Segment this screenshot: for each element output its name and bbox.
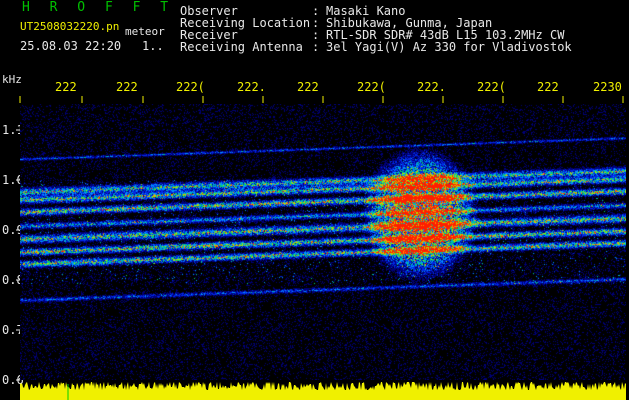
time-tick: 222. bbox=[237, 80, 266, 94]
spectrogram-display bbox=[20, 104, 626, 380]
datetime-label: 25.08.03 22:20 bbox=[20, 39, 122, 53]
time-tick: 222 bbox=[537, 80, 566, 94]
time-tick: 222( bbox=[176, 80, 205, 94]
time-tick: 222 bbox=[297, 80, 326, 94]
time-tick: 2230 bbox=[593, 80, 622, 94]
signal-level-strip bbox=[20, 382, 626, 400]
filename-label: UT2508032220.pn bbox=[20, 20, 120, 33]
meteor-label: meteor bbox=[125, 25, 165, 38]
y-unit-label: kHz bbox=[2, 73, 22, 86]
app-logo: H R O F F T bbox=[22, 0, 175, 15]
index-label: 1.. bbox=[142, 39, 164, 53]
time-tick: 222 bbox=[55, 80, 77, 94]
antenna-value: 3el Yagi(V) Az 330 for Vladivostok bbox=[326, 40, 572, 54]
antenna-label: Receiving Antenna bbox=[180, 40, 303, 54]
time-tick: 222( bbox=[357, 80, 386, 94]
time-tick: 222 bbox=[116, 80, 138, 94]
time-tick: 222. bbox=[417, 80, 446, 94]
antenna-sep: : bbox=[312, 40, 320, 54]
time-tick: 222( bbox=[477, 80, 506, 94]
